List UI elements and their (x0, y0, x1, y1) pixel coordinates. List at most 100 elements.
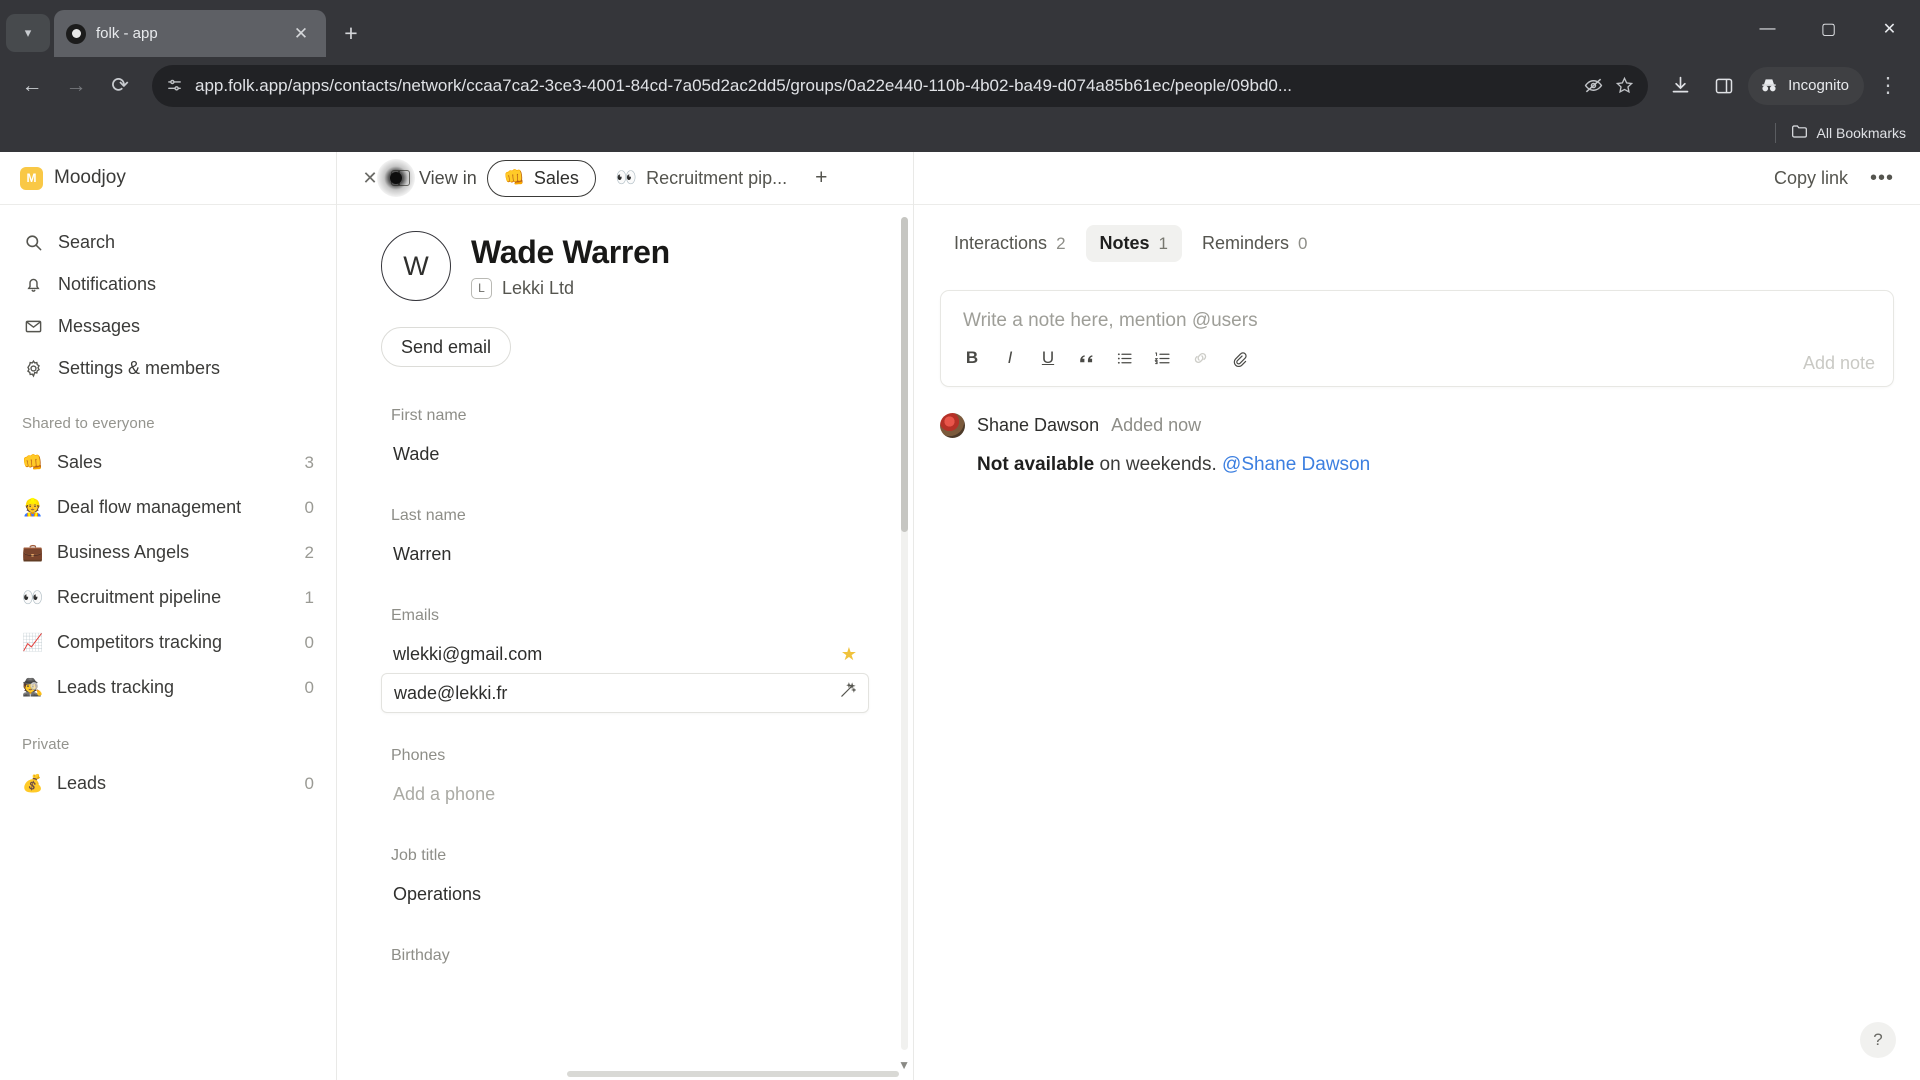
email-row-secondary[interactable]: wade@lekki.fr (381, 673, 869, 713)
link-icon[interactable] (1183, 343, 1217, 373)
quote-icon[interactable] (1069, 343, 1103, 373)
underline-icon[interactable]: U (1031, 343, 1065, 373)
group-label: Recruitment pipeline (57, 587, 222, 607)
tab-reminders[interactable]: Reminders 0 (1188, 225, 1322, 262)
workspace-header[interactable]: M Moodjoy (0, 152, 336, 205)
browser-menu-button[interactable]: ⋮ (1868, 66, 1908, 106)
sidebar-group-recruitment-pipeline[interactable]: 👀 Recruitment pipeline 1 (12, 575, 324, 620)
more-options-button[interactable]: ••• (1870, 167, 1894, 190)
tab-search-button[interactable]: ▾ (6, 14, 50, 52)
forward-button[interactable]: → (56, 66, 96, 106)
folder-icon (1791, 124, 1808, 142)
hide-tracking-icon[interactable] (1584, 76, 1603, 95)
horizontal-scrollbar[interactable] (567, 1071, 899, 1077)
bullet-list-icon[interactable] (1107, 343, 1141, 373)
close-icon[interactable]: ✕ (359, 168, 381, 189)
italic-icon[interactable]: I (993, 343, 1027, 373)
close-tab-icon[interactable]: ✕ (288, 21, 314, 47)
fist-icon: 👊 (503, 168, 525, 187)
tab-notes[interactable]: Notes 1 (1085, 225, 1183, 262)
help-button[interactable]: ? (1860, 1022, 1896, 1058)
note-item: Shane Dawson Added now Not available on … (940, 413, 1894, 480)
sidebar-group-competitors-tracking[interactable]: 📈 Competitors tracking 0 (12, 620, 324, 665)
activity-tabs: Interactions 2 Notes 1 Reminders 0 (914, 205, 1920, 262)
note-editor[interactable]: Write a note here, mention @users B I U (940, 290, 1894, 387)
sidebar-item-label: Notifications (58, 273, 157, 294)
sidebar-group-leads[interactable]: 💰 Leads 0 (12, 761, 324, 806)
note-input-placeholder[interactable]: Write a note here, mention @users (941, 291, 1893, 337)
reload-button[interactable]: ⟳ (100, 66, 140, 106)
activity-panel-toolbar: Copy link ••• (914, 152, 1920, 205)
view-chip-recruitment-pipeline[interactable]: 👀 Recruitment pip... (606, 160, 797, 197)
contact-company[interactable]: L Lekki Ltd (471, 277, 670, 299)
field-birthday: Birthday (381, 947, 869, 965)
add-view-button[interactable]: + (807, 166, 835, 190)
field-label: Phones (391, 747, 446, 764)
field-last-name: Last name Warren (381, 507, 869, 573)
field-value[interactable]: Warren (381, 536, 869, 573)
sidebar-group-deal-flow-management[interactable]: 👷 Deal flow management 0 (12, 485, 324, 530)
bold-icon[interactable]: B (955, 343, 989, 373)
incognito-indicator[interactable]: Incognito (1748, 66, 1864, 105)
note-body-rest: on weekends. (1094, 454, 1223, 475)
scroll-down-icon[interactable]: ▼ (898, 1058, 910, 1072)
app-root: M Moodjoy Search Notifications Messages … (0, 152, 1920, 1080)
close-window-button[interactable]: ✕ (1859, 0, 1920, 57)
tab-count: 1 (1158, 233, 1169, 253)
view-in-control[interactable]: View in (391, 168, 477, 189)
note-mention[interactable]: @Shane Dawson (1222, 454, 1370, 475)
add-phone-placeholder[interactable]: Add a phone (381, 776, 869, 813)
new-tab-button[interactable]: + (332, 14, 370, 52)
url-text: app.folk.app/apps/contacts/network/ccaa7… (195, 75, 1293, 95)
avatar (940, 413, 965, 438)
site-settings-icon[interactable] (166, 77, 183, 94)
construction-worker-icon: 👷 (22, 497, 44, 517)
maximize-button[interactable]: ▢ (1798, 0, 1859, 57)
fist-icon: 👊 (22, 452, 44, 472)
add-note-button[interactable]: Add note (1803, 353, 1875, 374)
tab-count: 0 (1298, 233, 1308, 253)
address-bar[interactable]: app.folk.app/apps/contacts/network/ccaa7… (152, 64, 1649, 107)
field-value[interactable]: Wade (381, 436, 869, 473)
back-button[interactable]: ← (12, 66, 52, 106)
field-value[interactable]: Operations (381, 876, 869, 913)
numbered-list-icon[interactable] (1145, 343, 1179, 373)
money-bag-icon: 💰 (22, 773, 44, 793)
view-chip-sales[interactable]: 👊 Sales (486, 159, 596, 197)
contact-panel-scrollbar[interactable] (901, 217, 908, 1050)
bookmark-star-icon[interactable] (1615, 76, 1634, 95)
star-icon[interactable]: ★ (841, 644, 857, 665)
sidebar-group-leads-tracking[interactable]: 🕵 Leads tracking 0 (12, 665, 324, 710)
tab-label: Interactions (954, 233, 1048, 253)
sidebar-item-search[interactable]: Search (12, 221, 324, 263)
chart-increasing-icon: 📈 (22, 632, 44, 652)
sidebar-item-notifications[interactable]: Notifications (12, 263, 324, 305)
private-section-label: Private (22, 736, 70, 753)
note-author: Shane Dawson (977, 415, 1100, 435)
incognito-label: Incognito (1788, 77, 1849, 94)
field-label: Emails (391, 607, 440, 624)
copy-link-button[interactable]: Copy link (1774, 168, 1848, 189)
magic-wand-icon[interactable] (839, 682, 857, 704)
browser-tab[interactable]: folk - app ✕ (54, 10, 326, 57)
tab-interactions[interactable]: Interactions 2 (940, 225, 1080, 262)
sidebar-group-business-angels[interactable]: 💼 Business Angels 2 (12, 530, 324, 575)
sidebar-item-settings[interactable]: Settings & members (12, 347, 324, 389)
scrollbar-thumb[interactable] (901, 217, 908, 532)
sidebar-item-messages[interactable]: Messages (12, 305, 324, 347)
attachment-icon[interactable] (1221, 343, 1255, 373)
all-bookmarks-label[interactable]: All Bookmarks (1817, 125, 1906, 141)
sidebar-item-label: Search (58, 231, 116, 252)
email-row-primary[interactable]: wlekki@gmail.com ★ (381, 636, 869, 673)
group-count: 0 (304, 773, 314, 793)
field-label: Birthday (391, 947, 450, 964)
note-body-bold: Not available (977, 454, 1095, 475)
downloads-icon[interactable] (1660, 66, 1700, 106)
send-email-button[interactable]: Send email (381, 327, 512, 367)
group-count: 3 (304, 452, 314, 472)
note-body: Not available on weekends. @Shane Dawson (977, 451, 1894, 480)
sidebar-group-sales[interactable]: 👊 Sales 3 (12, 440, 324, 485)
minimize-button[interactable]: — (1737, 0, 1798, 57)
side-panel-icon[interactable] (1704, 66, 1744, 106)
tab-title: folk - app (96, 25, 158, 42)
